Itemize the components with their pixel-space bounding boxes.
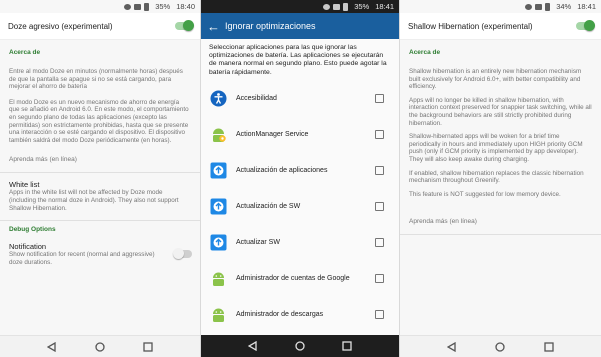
navigation-bar — [400, 335, 601, 357]
recents-nav-icon[interactable] — [143, 341, 153, 352]
app-label: Administrador de cuentas de Google — [236, 274, 350, 282]
app-checkbox[interactable] — [375, 309, 384, 319]
doze-description-2: El modo Doze es un nuevo mecanismo de ah… — [9, 98, 189, 144]
app-checkbox[interactable] — [375, 165, 384, 175]
signal-icon — [525, 3, 533, 10]
battery-icon — [144, 2, 150, 11]
status-bar: 35% 18:40 — [0, 0, 200, 13]
back-nav-icon[interactable] — [47, 341, 57, 352]
app-label: Administrador de descargas — [236, 310, 324, 318]
screen-description: Seleccionar aplicaciones para las que ig… — [209, 44, 387, 76]
hibernation-description-4: If enabled, shallow hibernation replaces… — [409, 169, 584, 185]
signal-icon — [124, 3, 132, 10]
battery-icon — [545, 2, 551, 11]
android-robot-icon — [210, 306, 227, 323]
app-checkbox[interactable] — [375, 93, 384, 103]
app-label: Actualización de SW — [236, 202, 301, 210]
battery-percent: 35% — [354, 2, 370, 11]
back-nav-icon[interactable] — [447, 341, 457, 352]
wifi-icon — [535, 3, 543, 10]
android-gear-icon — [210, 126, 227, 143]
shallow-hibernation-screen: 34% 18:41 Shallow Hibernation (experimen… — [400, 0, 601, 357]
about-category: Acerca de — [9, 49, 41, 56]
list-item[interactable]: ActionManager Service — [201, 116, 399, 152]
hibernation-description-5: This feature is NOT suggested for low me… — [409, 190, 561, 198]
battery-icon — [343, 2, 349, 11]
notification-switch[interactable] — [173, 248, 192, 260]
aggressive-doze-title: Doze agresivo (experimental) — [8, 21, 113, 31]
shallow-hibernation-title: Shallow Hibernation (experimental) — [408, 21, 533, 31]
aggressive-doze-toggle-row[interactable]: Doze agresivo (experimental) — [0, 13, 200, 40]
doze-description-1: Entre al modo Doze en minutos (normalmen… — [9, 68, 183, 91]
notification-row[interactable]: Notification Show notification for recen… — [0, 242, 200, 266]
switch-knob — [584, 20, 595, 31]
app-label: Accesibilidad — [236, 94, 277, 102]
app-label: Actualizar SW — [236, 238, 280, 246]
shallow-hibernation-switch[interactable] — [576, 20, 595, 31]
list-item[interactable]: Actualización de aplicaciones — [201, 152, 399, 188]
app-label: Actualización de aplicaciones — [236, 166, 328, 174]
switch-knob — [173, 248, 184, 260]
status-time: 18:41 — [375, 2, 394, 11]
accessibility-icon — [210, 90, 227, 107]
status-time: 18:41 — [577, 2, 596, 11]
update-arrow-icon — [210, 198, 227, 215]
home-nav-icon[interactable] — [95, 341, 105, 352]
hibernation-description-1: Shallow hibernation is an entirely new h… — [409, 68, 582, 91]
wifi-icon — [134, 3, 142, 10]
recents-nav-icon[interactable] — [342, 341, 352, 351]
list-item[interactable]: Accesibilidad — [201, 80, 399, 116]
navigation-bar — [201, 335, 399, 357]
signal-icon — [323, 3, 331, 10]
android-robot-icon — [210, 270, 227, 287]
wifi-icon — [333, 3, 341, 10]
ignore-optimizations-screen: 35% 18:41 ← Ignorar optimizaciones Selec… — [201, 0, 399, 357]
app-checkbox[interactable] — [375, 273, 384, 283]
screen-title: Ignorar optimizaciones — [225, 21, 316, 31]
navigation-bar — [0, 335, 200, 357]
back-arrow-icon[interactable]: ← — [207, 20, 225, 33]
app-label: ActionManager Service — [236, 130, 309, 138]
learn-more-link[interactable]: Aprenda más (en línea) — [400, 218, 601, 225]
debug-options-category: Debug Options — [9, 226, 56, 234]
battery-percent: 35% — [155, 2, 171, 11]
status-time: 18:40 — [176, 2, 195, 11]
hibernation-description-2: Apps will no longer be killed in shallow… — [409, 96, 592, 127]
list-item[interactable]: Administrador de cuentas de Google — [201, 260, 399, 296]
status-icons — [124, 2, 150, 11]
list-item[interactable]: Actualización de SW — [201, 188, 399, 224]
home-nav-icon[interactable] — [495, 341, 506, 352]
list-item[interactable]: Administrador de descargas — [201, 296, 399, 332]
shallow-hibernation-toggle-row[interactable]: Shallow Hibernation (experimental) — [400, 13, 601, 40]
app-checkbox[interactable] — [375, 129, 384, 139]
app-bar: ← Ignorar optimizaciones — [201, 13, 399, 39]
update-arrow-icon — [210, 234, 227, 251]
notification-title: Notification — [9, 242, 47, 252]
doze-settings-screen: 35% 18:40 Doze agresivo (experimental) A… — [0, 0, 200, 357]
status-icons — [525, 2, 551, 11]
hibernation-description-3: Shallow-hibernated apps will be woken fo… — [409, 133, 583, 163]
status-bar: 35% 18:41 — [201, 0, 399, 13]
learn-more-link[interactable]: Aprenda más (en línea) — [0, 156, 200, 163]
home-nav-icon[interactable] — [295, 341, 305, 351]
status-bar: 34% 18:41 — [400, 0, 601, 13]
app-list: Accesibilidad ActionManager Service Actu… — [201, 80, 399, 332]
aggressive-doze-switch[interactable] — [175, 20, 194, 31]
app-checkbox[interactable] — [375, 237, 384, 247]
battery-percent: 34% — [556, 2, 572, 11]
switch-knob — [183, 20, 194, 31]
app-checkbox[interactable] — [375, 201, 384, 211]
list-item[interactable]: Actualizar SW — [201, 224, 399, 260]
back-nav-icon[interactable] — [247, 341, 258, 351]
about-category: Acerca de — [409, 49, 441, 56]
whitelist-title[interactable]: White list — [0, 180, 200, 189]
whitelist-description: Apps in the white list will not be affec… — [9, 189, 179, 212]
update-arrow-icon — [210, 162, 227, 179]
divider — [400, 234, 601, 236]
status-icons — [323, 2, 349, 11]
notification-description: Show notification for recent (normal and… — [9, 251, 155, 266]
recents-nav-icon[interactable] — [544, 341, 554, 352]
